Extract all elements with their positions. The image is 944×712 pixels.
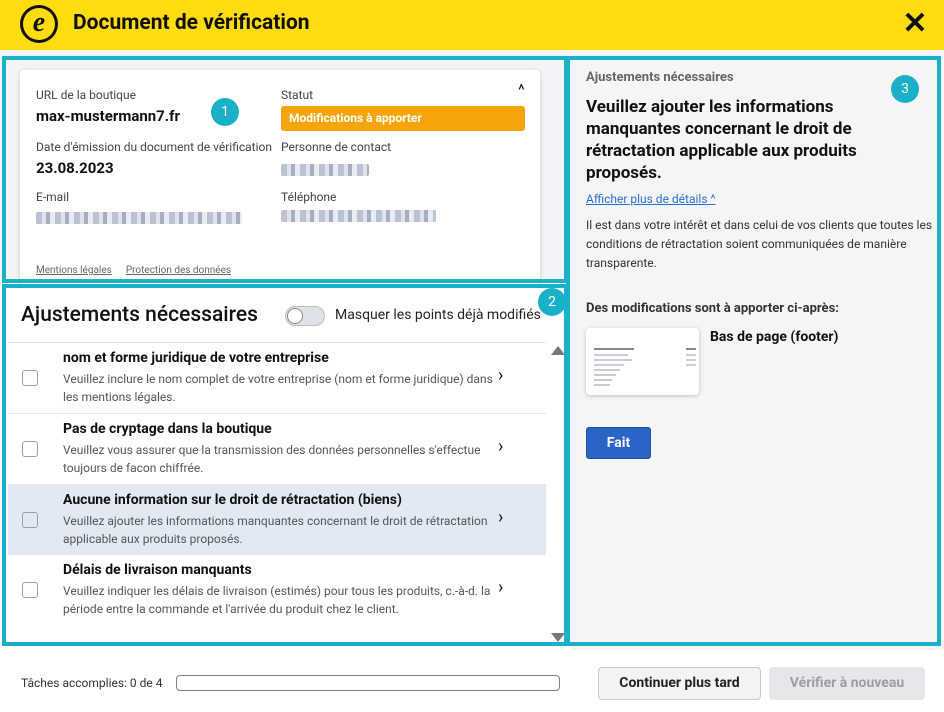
annotation-badge-1: 1 [211,98,239,126]
highlight-box-1 [2,56,568,283]
tasks-completed-label: Tâches accomplies: 0 de 4 [21,676,163,690]
highlight-box-2 [2,284,568,646]
continue-later-button[interactable]: Continuer plus tard [598,667,761,700]
header-bar: e Document de vérification ✕ [0,0,944,50]
logo-letter: e [32,7,46,38]
close-icon[interactable]: ✕ [900,9,930,40]
page-title: Document de vérification [73,11,310,35]
tasks-progress-bar [176,675,560,691]
annotation-badge-2: 2 [538,288,566,316]
trusted-shops-logo: e [20,5,58,43]
annotation-badge-3: 3 [891,75,919,103]
highlight-box-3 [566,56,941,646]
verify-again-button[interactable]: Vérifier à nouveau [769,667,925,700]
